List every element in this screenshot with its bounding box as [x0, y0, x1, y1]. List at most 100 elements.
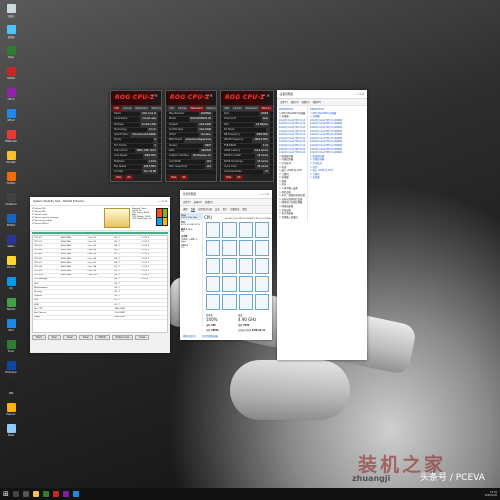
rog-cpuz-window-2[interactable]: ROG CPU-Z— ✕CPUCachesMainboardMemorySPDM…	[165, 90, 217, 182]
ok-button[interactable]: OK	[180, 175, 188, 180]
desktop-icon[interactable]: AIDA64	[3, 67, 19, 80]
desktop-icon[interactable]: Edge	[3, 46, 19, 59]
info-label: NB Frequency	[224, 133, 240, 137]
desktop-icon-label: Notes	[7, 434, 15, 437]
rog-cpuz-window-1[interactable]: ROG CPU-Z— ✕CPUCachesMainboardMemorySPDN…	[110, 90, 162, 182]
close-button[interactable]: Close	[135, 335, 150, 340]
task-view-icon[interactable]	[22, 491, 29, 497]
menu-bar: 文件(F) 选项(O) 查看(V)	[180, 199, 272, 206]
cpuz-taskbar-icon[interactable]	[62, 491, 69, 497]
desktop-icon[interactable]: Chrome	[3, 256, 19, 269]
desktop-icon[interactable]: Prime95	[3, 151, 19, 164]
rog-tab-bar: CPUCachesMainboardMemorySPD	[221, 105, 273, 112]
tree-item[interactable]: Intel(R) Core(TM) i9-10900K	[279, 144, 305, 148]
clock[interactable]: 15:32 2020/5/20	[485, 491, 497, 497]
desktop-icon[interactable]: Word	[3, 319, 19, 332]
perf-sidebar-item[interactable]: 以太网 已发送: 0 接收: 0 Kbps	[180, 234, 202, 244]
tab-mainboard[interactable]: Mainboard	[244, 106, 260, 111]
perf-sidebar-item[interactable]: 磁盘 0 (C:) 0%	[180, 227, 202, 234]
validate-button[interactable]: Tools	[224, 175, 234, 180]
tab-memory[interactable]: Memory	[260, 106, 273, 111]
start-button[interactable]: ⊞	[3, 490, 9, 498]
tab-caches[interactable]: Caches	[121, 106, 134, 111]
tab[interactable]: 用户	[223, 207, 228, 212]
desktop-icon[interactable]: WeChat	[3, 298, 19, 311]
desktop-icon[interactable]: 3DMark	[3, 214, 19, 227]
tab-memory[interactable]: Memory	[150, 106, 161, 111]
menu-item[interactable]: 选项(O)	[194, 200, 202, 204]
desktop-icon[interactable]: GPU-Z	[3, 109, 19, 122]
stop-button[interactable]: Stop	[47, 335, 61, 340]
tab[interactable]: 进程	[183, 207, 188, 212]
desktop-icon[interactable]: OBS	[3, 382, 19, 395]
menu-item[interactable]: 操作(A)	[291, 100, 299, 104]
tab[interactable]: 启动	[215, 207, 220, 212]
tab-caches[interactable]: Caches	[231, 106, 244, 111]
desktop-icon[interactable]: Notes	[3, 424, 19, 437]
menu-item[interactable]: 查看(V)	[205, 200, 213, 204]
ok-button[interactable]: OK	[235, 175, 243, 180]
desktop-icon[interactable]: Steam	[3, 235, 19, 248]
tab-memory[interactable]: Memory	[205, 106, 216, 111]
taskmgr-taskbar-icon[interactable]	[72, 491, 79, 497]
tab-cpu[interactable]: CPU	[113, 106, 121, 111]
aida64-window[interactable]: System Stability Test - AIDA64 Extreme —…	[30, 197, 170, 353]
tab-cpu[interactable]: CPU	[223, 106, 231, 111]
stress-option[interactable]: ☑ Stress GPU(s)	[32, 223, 102, 226]
desktop-icon[interactable]: 回收站	[3, 4, 19, 18]
rog-footer: Tools OK	[111, 174, 161, 181]
aida64-taskbar-icon[interactable]	[52, 491, 59, 497]
window-controls[interactable]: — ☐ ✕	[260, 193, 269, 196]
task-manager-window[interactable]: 任务管理器 — ☐ ✕ 文件(F) 选项(O) 查看(V) 进程 性能 应用历史记录 启动…	[180, 190, 272, 340]
desktop-icon[interactable]: 此电脑	[3, 25, 19, 39]
open-resmon-link[interactable]: 打开资源监视器	[202, 334, 218, 338]
menu-item[interactable]: 查看(V)	[302, 100, 310, 104]
tab-cpu[interactable]: CPU	[168, 106, 176, 111]
info-value: Socket 1200	[139, 122, 158, 127]
menu-item[interactable]: 帮助(H)	[313, 100, 321, 104]
window-controls[interactable]: — ✕	[261, 93, 270, 98]
tab-mainboard[interactable]: Mainboard	[189, 106, 205, 111]
aida-options: ☑ Stress CPU ☑ Stress FPU ☑ Stress cache ☑ …	[30, 206, 170, 231]
desktop-icon-label: Chrome	[6, 266, 16, 269]
validate-button[interactable]: Tools	[169, 175, 179, 180]
perf-sidebar-item[interactable]: 内存 4.3/15.9 GB (27%)	[180, 220, 202, 227]
tab-spd[interactable]: SPD	[273, 106, 274, 111]
menu-item[interactable]: 文件(F)	[280, 100, 288, 104]
tab-mainboard[interactable]: Mainboard	[134, 106, 150, 111]
window-controls[interactable]: — ✕	[204, 93, 213, 98]
cpuid-button[interactable]: CPUID	[94, 335, 110, 340]
desktop-icon[interactable]: Photoshop	[3, 361, 19, 374]
preferences-button[interactable]: Preferences	[111, 335, 134, 340]
edge-icon[interactable]	[42, 491, 49, 497]
tab-caches[interactable]: Caches	[176, 106, 189, 111]
desktop-icon[interactable]: Cinebench	[3, 193, 19, 206]
desktop-icon[interactable]: FurMark	[3, 172, 19, 185]
window-controls[interactable]: — ☐ ✕	[158, 200, 167, 203]
tab[interactable]: 详细信息	[230, 207, 239, 212]
tree-item[interactable]: > 音频输入和输出	[279, 216, 305, 220]
window-controls[interactable]: — ✕	[149, 93, 158, 98]
window-controls[interactable]: — ☐ ✕	[355, 93, 364, 96]
device-manager-window[interactable]: 设备管理器 — ☐ ✕ 文件(F) 操作(A) 查看(V) 帮助(H) DESKTOP…	[277, 90, 367, 360]
start-button[interactable]: Start	[32, 335, 46, 340]
validate-button[interactable]: Tools	[114, 175, 124, 180]
perf-sidebar-item[interactable]: GPU 0 2%	[180, 244, 202, 250]
search-icon[interactable]	[12, 491, 19, 497]
desktop-icon[interactable]: CPU-Z	[3, 88, 19, 101]
tab[interactable]: 应用历史记录	[198, 207, 212, 212]
fewer-details-link[interactable]: 简略信息(D)	[183, 334, 196, 338]
ok-button[interactable]: OK	[125, 175, 133, 180]
desktop-icon[interactable]: Explorer	[3, 403, 19, 416]
menu-item[interactable]: 文件(F)	[183, 200, 191, 204]
uptime-label: 正常运行时间	[238, 329, 252, 332]
save-button[interactable]: Save	[78, 335, 93, 340]
tab[interactable]: 服务	[242, 207, 247, 212]
rog-cpuz-window-3[interactable]: ROG CPU-Z— ✕CPUCachesMainboardMemorySPDT…	[220, 90, 274, 182]
desktop-icon[interactable]: QQ	[3, 277, 19, 290]
clear-button[interactable]: Clear	[62, 335, 77, 340]
tab[interactable]: 性能	[190, 207, 196, 212]
desktop-icon[interactable]: HWMonitor	[3, 130, 19, 143]
explorer-icon[interactable]	[32, 491, 39, 497]
desktop-icon[interactable]: Excel	[3, 340, 19, 353]
